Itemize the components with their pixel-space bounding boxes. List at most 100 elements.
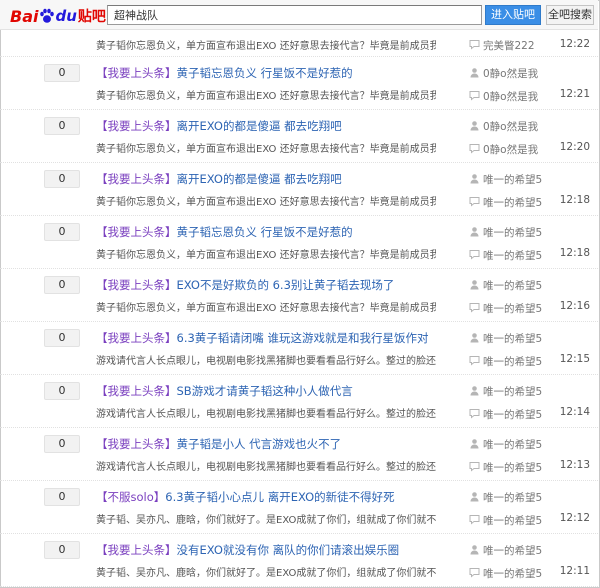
thread-tag: 【我要上头条】	[96, 437, 177, 451]
thread-abstract: 游戏请代言人长点眼儿，电视剧电影找黑猪脚也要看看品行好么。整过的脸还好意...	[96, 356, 436, 367]
thread-author[interactable]: 0静o然是我	[483, 119, 538, 134]
thread-author[interactable]: 唯一的希望5	[483, 172, 542, 187]
speech-bubble-icon	[469, 568, 480, 578]
reply-count: 0	[44, 382, 80, 400]
user-icon	[470, 492, 479, 502]
reply-count: 0	[44, 329, 80, 347]
reply-time: 12:14	[559, 406, 590, 418]
reply-time: 12:20	[559, 141, 590, 153]
thread-author[interactable]: 唯一的希望5	[483, 490, 542, 505]
enter-tieba-button[interactable]: 进入贴吧	[485, 5, 541, 25]
speech-bubble-icon	[469, 144, 480, 154]
thread-title: 黄子韬忘恩负义 行星饭不是好惹的	[176, 225, 353, 239]
user-icon	[470, 545, 479, 555]
thread-tag: 【我要上头条】	[96, 119, 177, 133]
thread-title-link[interactable]: 【我要上头条】离开EXO的都是傻逼 都去吃翔吧	[96, 171, 342, 187]
user-icon	[470, 439, 479, 449]
list-item[interactable]: 0 【不服solo】6.3黄子韬小心点儿 离开EXO的新徒不得好死 黄子韬、吴亦…	[0, 481, 598, 534]
last-reply-user[interactable]: 唯一的希望5	[483, 301, 542, 316]
last-reply-user[interactable]: 唯一的希望5	[483, 195, 542, 210]
thread-title-link[interactable]: 【我要上头条】离开EXO的都是傻逼 都去吃翔吧	[96, 118, 342, 134]
user-icon	[470, 280, 479, 290]
reply-count: 0	[44, 223, 80, 241]
reply-count: 0	[44, 488, 80, 506]
thread-title-link[interactable]: 【我要上头条】没有EXO就没有你 离队的你们请滚出娱乐圈	[96, 542, 399, 558]
thread-author[interactable]: 唯一的希望5	[483, 278, 542, 293]
thread-title: 离开EXO的都是傻逼 都去吃翔吧	[176, 172, 342, 186]
last-reply-user[interactable]: 唯一的希望5	[483, 513, 542, 528]
thread-title-link[interactable]: 【我要上头条】黄子韬忘恩负义 行星饭不是好惹的	[96, 224, 353, 240]
reply-time: 12:13	[559, 459, 590, 471]
thread-title-link[interactable]: 【我要上头条】EXO不是好欺负的 6.3别让黄子韬去现场了	[96, 277, 394, 293]
thread-author[interactable]: 0静o然是我	[483, 66, 538, 81]
reply-count: 0	[44, 435, 80, 453]
reply-count: 0	[44, 170, 80, 188]
thread-author[interactable]: 唯一的希望5	[483, 437, 542, 452]
user-icon	[470, 68, 479, 78]
thread-abstract: 黄子韬你忘恩负义，单方面宣布退出EXO 还好意思去接代言？毕竟是前成员我们祝..…	[96, 41, 436, 52]
last-reply-user[interactable]: 0静o然是我	[483, 142, 538, 157]
list-item[interactable]: 0 【我要上头条】EXO不是好欺负的 6.3别让黄子韬去现场了 黄子韬你忘恩负义…	[0, 269, 598, 322]
thread-title: 黄子韬忘恩负义 行星饭不是好惹的	[176, 66, 353, 80]
speech-bubble-icon	[469, 515, 480, 525]
logo-bai-text: Bai	[10, 6, 39, 26]
thread-title: 6.3黄子韬小心点儿 离开EXO的新徒不得好死	[165, 490, 395, 504]
last-reply-user[interactable]: 唯一的希望5	[483, 354, 542, 369]
last-reply-user[interactable]: 唯一的希望5	[483, 248, 542, 263]
speech-bubble-icon	[469, 250, 480, 260]
reply-time: 12:11	[559, 565, 590, 577]
thread-title-link[interactable]: 【不服solo】6.3黄子韬小心点儿 离开EXO的新徒不得好死	[96, 489, 395, 505]
thread-abstract: 游戏请代言人长点眼儿，电视剧电影找黑猪脚也要看看品行好么。整过的脸还好意...	[96, 409, 436, 420]
reply-time: 12:18	[559, 247, 590, 259]
list-item[interactable]: 黄子韬你忘恩负义，单方面宣布退出EXO 还好意思去接代言？毕竟是前成员我们祝..…	[0, 31, 598, 57]
thread-tag: 【不服solo】	[96, 490, 166, 504]
thread-title: EXO不是好欺负的 6.3别让黄子韬去现场了	[176, 278, 395, 292]
reply-time: 12:15	[559, 353, 590, 365]
reply-time: 12:12	[559, 512, 590, 524]
list-item[interactable]: 0 【我要上头条】离开EXO的都是傻逼 都去吃翔吧 黄子韬你忘恩负义，单方面宣布…	[0, 110, 598, 163]
thread-author[interactable]: 唯一的希望5	[483, 384, 542, 399]
reply-time: 12:22	[559, 38, 590, 50]
thread-title-link[interactable]: 【我要上头条】黄子韬是小人 代言游戏也火不了	[96, 436, 341, 452]
last-reply-user[interactable]: 唯一的希望5	[483, 566, 542, 581]
thread-list: 黄子韬你忘恩负义，单方面宣布退出EXO 还好意思去接代言？毕竟是前成员我们祝..…	[0, 31, 598, 587]
user-icon	[470, 174, 479, 184]
speech-bubble-icon	[469, 303, 480, 313]
list-item[interactable]: 0 【我要上头条】离开EXO的都是傻逼 都去吃翔吧 黄子韬你忘恩负义，单方面宣布…	[0, 163, 598, 216]
user-icon	[470, 333, 479, 343]
thread-abstract: 游戏请代言人长点眼儿，电视剧电影找黑猪脚也要看看品行好么。整过的脸还好意...	[96, 462, 436, 473]
thread-tag: 【我要上头条】	[96, 66, 177, 80]
thread-title-link[interactable]: 【我要上头条】SB游戏才请黄子韬这种小人做代言	[96, 383, 353, 399]
thread-author[interactable]: 唯一的希望5	[483, 331, 542, 346]
list-item[interactable]: 0 【我要上头条】黄子韬忘恩负义 行星饭不是好惹的 黄子韬你忘恩负义，单方面宣布…	[0, 216, 598, 269]
last-reply-user[interactable]: 唯一的希望5	[483, 407, 542, 422]
user-icon	[470, 121, 479, 131]
last-reply-user[interactable]: 0静o然是我	[483, 89, 538, 104]
thread-author[interactable]: 唯一的希望5	[483, 543, 542, 558]
reply-count: 0	[44, 541, 80, 559]
thread-abstract: 黄子韬你忘恩负义，单方面宣布退出EXO 还好意思去接代言？毕竟是前成员我们祝..…	[96, 250, 436, 261]
reply-time: 12:21	[559, 88, 590, 100]
list-item[interactable]: 0 【我要上头条】SB游戏才请黄子韬这种小人做代言 游戏请代言人长点眼儿，电视剧…	[0, 375, 598, 428]
reply-count: 0	[44, 276, 80, 294]
list-item[interactable]: 0 【我要上头条】黄子韬是小人 代言游戏也火不了 游戏请代言人长点眼儿，电视剧电…	[0, 428, 598, 481]
thread-author[interactable]: 唯一的希望5	[483, 225, 542, 240]
baidu-tieba-logo[interactable]: Bai du 贴吧	[10, 6, 106, 26]
thread-tag: 【我要上头条】	[96, 225, 177, 239]
thread-title: 没有EXO就没有你 离队的你们请滚出娱乐圈	[176, 543, 400, 557]
search-all-button[interactable]: 全吧搜索	[546, 5, 594, 25]
paw-logo-icon	[39, 8, 55, 24]
thread-title: 黄子韬是小人 代言游戏也火不了	[176, 437, 342, 451]
list-item[interactable]: 0 【我要上头条】6.3黄子韬请闭嘴 谁玩这游戏就是和我行星饭作对 游戏请代言人…	[0, 322, 598, 375]
last-reply-user[interactable]: 完美瞥222	[483, 38, 535, 53]
list-item[interactable]: 0 【我要上头条】没有EXO就没有你 离队的你们请滚出娱乐圈 黄子韬、吴亦凡、鹿…	[0, 534, 598, 587]
thread-title-link[interactable]: 【我要上头条】黄子韬忘恩负义 行星饭不是好惹的	[96, 65, 353, 81]
list-item[interactable]: 0 【我要上头条】黄子韬忘恩负义 行星饭不是好惹的 黄子韬你忘恩负义，单方面宣布…	[0, 57, 598, 110]
thread-tag: 【我要上头条】	[96, 543, 177, 557]
thread-title-link[interactable]: 【我要上头条】6.3黄子韬请闭嘴 谁玩这游戏就是和我行星饭作对	[96, 330, 428, 346]
search-input[interactable]	[107, 5, 482, 25]
thread-tag: 【我要上头条】	[96, 331, 177, 345]
last-reply-user[interactable]: 唯一的希望5	[483, 460, 542, 475]
user-icon	[470, 227, 479, 237]
user-icon	[470, 386, 479, 396]
